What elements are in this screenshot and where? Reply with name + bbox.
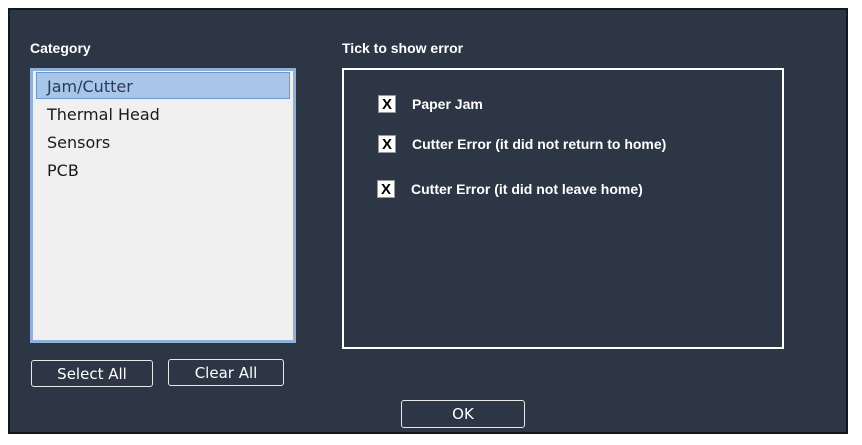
paper-jam-checkbox[interactable]: X [378,95,396,113]
cutter-leave-checkbox[interactable]: X [377,180,395,198]
list-item-pcb[interactable]: PCB [36,156,290,183]
list-item-jam-cutter[interactable]: Jam/Cutter [36,72,290,99]
ok-button[interactable]: OK [401,400,525,428]
list-item-sensors[interactable]: Sensors [36,128,290,155]
cutter-return-checkbox[interactable]: X [378,135,396,153]
cutter-leave-label: Cutter Error (it did not leave home) [411,181,643,197]
cutter-return-label: Cutter Error (it did not return to home) [412,136,667,152]
errors-heading: Tick to show error [342,40,464,56]
error-panel: X Paper Jam X Cutter Error (it did not r… [342,68,784,349]
error-row-paper-jam: X Paper Jam [378,95,483,113]
list-item-thermal-head[interactable]: Thermal Head [36,100,290,127]
error-dialog: Category Tick to show error Jam/Cutter T… [8,8,848,434]
category-listbox[interactable]: Jam/Cutter Thermal Head Sensors PCB [30,68,296,343]
category-heading: Category [30,40,91,56]
error-row-cutter-return: X Cutter Error (it did not return to hom… [378,135,666,153]
clear-all-button[interactable]: Clear All [168,359,284,386]
paper-jam-label: Paper Jam [412,96,483,112]
error-row-cutter-leave: X Cutter Error (it did not leave home) [377,180,643,198]
select-all-button[interactable]: Select All [31,360,153,387]
